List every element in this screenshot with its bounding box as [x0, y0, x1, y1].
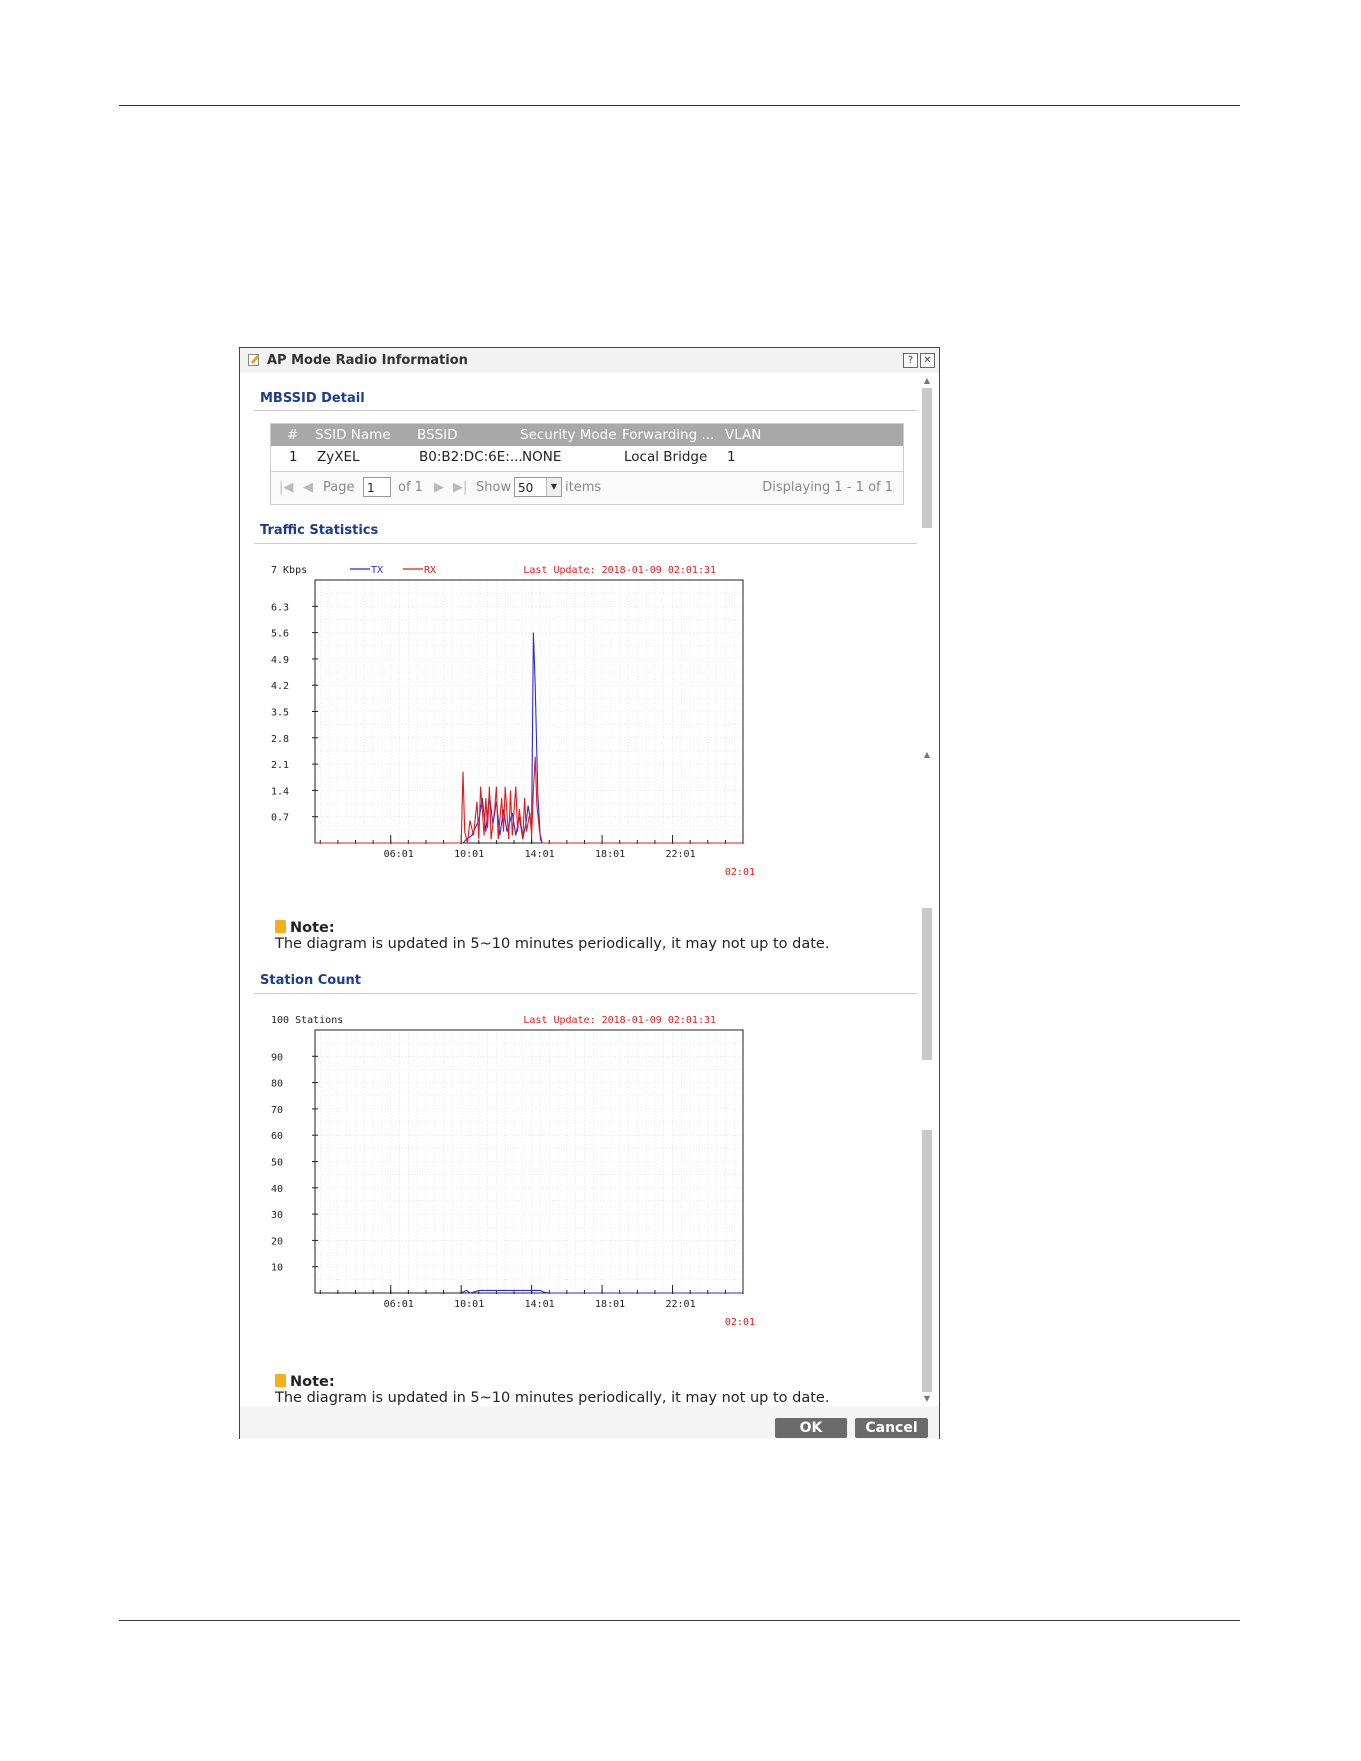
note-text: The diagram is updated in 5~10 minutes p…: [275, 936, 830, 952]
column-header-bssid[interactable]: BSSID: [417, 427, 458, 443]
page-footer-rule: [119, 1620, 1240, 1621]
legend-label-tx: TX: [371, 565, 383, 576]
table-pager: |◀ ◀ Page 1 of 1 ▶ ▶| Show 50 ▼ items Di…: [271, 471, 903, 503]
scrollbar-track-segment-bottom: [922, 1130, 932, 1392]
column-header-forwarding[interactable]: Forwarding ...: [622, 427, 714, 443]
cell-ssid-name: ZyXEL: [317, 449, 360, 465]
mbssid-rule: [254, 410, 917, 411]
last-page-icon[interactable]: ▶|: [453, 480, 467, 495]
ok-button[interactable]: OK: [775, 1418, 847, 1438]
show-label: Show: [476, 480, 512, 495]
scroll-down-arrow-icon[interactable]: ▼: [922, 1394, 932, 1404]
note-icon: [275, 920, 286, 933]
note-label: Note:: [290, 920, 335, 936]
items-per-page-select[interactable]: 50 ▼: [514, 477, 562, 497]
dialog-title-bar: AP Mode Radio Information ? ✕: [240, 348, 939, 373]
column-header-security-mode[interactable]: Security Mode: [520, 427, 617, 443]
station-note: Note: The diagram is updated in 5~10 min…: [275, 1374, 829, 1406]
note-label: Note:: [290, 1374, 335, 1390]
traffic-y-tick-label: 0.7: [271, 813, 289, 824]
station-y-tick-label: 90: [271, 1052, 283, 1063]
station-y-tick-label: 70: [271, 1105, 283, 1116]
station-y-tick-label: 10: [271, 1263, 283, 1274]
station-count-chart: 100 Stations Last Update: 2018-01-09 02:0…: [271, 1015, 755, 1328]
edit-icon: [248, 354, 259, 366]
station-x-tick-label: 10:01: [454, 1299, 484, 1310]
traffic-x-tick-label: 14:01: [525, 849, 555, 860]
displaying-count: Displaying 1 - 1 of 1: [762, 480, 893, 495]
traffic-x-tick-label: 10:01: [454, 849, 484, 860]
station-y-tick-label: 60: [271, 1131, 283, 1142]
traffic-current-time: 02:01: [725, 867, 755, 878]
station-x-tick-label: 18:01: [595, 1299, 625, 1310]
page-header-rule: [119, 105, 1240, 106]
station-count-title: Station Count: [260, 973, 361, 988]
traffic-y-tick-label: 4.9: [271, 655, 289, 666]
station-current-time: 02:01: [725, 1317, 755, 1328]
station-y-tick-label: 80: [271, 1079, 283, 1090]
traffic-statistics-chart: 7 Kbps Last Update: 2018-01-09 02:01:31 TX…: [271, 565, 755, 878]
traffic-rule: [254, 543, 917, 544]
column-header-ssid-name[interactable]: SSID Name: [315, 427, 391, 443]
station-rule: [254, 993, 917, 994]
station-x-tick-label: 06:01: [384, 1299, 414, 1310]
legend-label-rx: RX: [424, 565, 436, 576]
cancel-button[interactable]: Cancel: [855, 1418, 928, 1438]
traffic-note: Note: The diagram is updated in 5~10 min…: [275, 920, 829, 952]
chevron-down-icon[interactable]: ▼: [546, 478, 561, 496]
items-per-page-value: 50: [518, 481, 534, 495]
traffic-unit-label: 7 Kbps: [271, 565, 307, 576]
scrollbar-thumb[interactable]: [922, 388, 932, 528]
dialog-scrollbar[interactable]: ▲ ▲ ▼: [919, 374, 933, 1406]
station-y-tick-label: 40: [271, 1184, 283, 1195]
prev-page-icon[interactable]: ◀: [303, 480, 313, 495]
mbssid-detail-title: MBSSID Detail: [260, 391, 365, 406]
station-y-tick-label: 20: [271, 1236, 283, 1247]
next-page-icon[interactable]: ▶: [434, 480, 444, 495]
traffic-y-tick-label: 3.5: [271, 708, 289, 719]
cell-index: 1: [289, 449, 298, 465]
traffic-y-tick-label: 4.2: [271, 681, 289, 692]
ap-mode-radio-information-dialog: AP Mode Radio Information ? ✕ ▲ ▲ ▼ MBSS…: [239, 347, 940, 1439]
page-number-input[interactable]: 1: [363, 477, 391, 497]
first-page-icon[interactable]: |◀: [279, 480, 293, 495]
traffic-last-update: Last Update: 2018-01-09 02:01:31: [523, 565, 716, 576]
station-y-tick-label: 50: [271, 1158, 283, 1169]
scrollbar-track-segment-lower: [922, 908, 932, 1060]
station-last-update: Last Update: 2018-01-09 02:01:31: [523, 1015, 716, 1026]
traffic-statistics-title: Traffic Statistics: [260, 523, 379, 538]
traffic-y-tick-label: 2.1: [271, 760, 289, 771]
note-text: The diagram is updated in 5~10 minutes p…: [275, 1390, 830, 1406]
traffic-y-tick-label: 1.4: [271, 786, 289, 797]
dialog-title: AP Mode Radio Information: [267, 353, 468, 368]
station-y-tick-label: 30: [271, 1210, 283, 1221]
traffic-x-tick-label: 06:01: [384, 849, 414, 860]
items-label: items: [565, 480, 602, 495]
traffic-y-tick-label: 6.3: [271, 602, 289, 613]
mbssid-table: # SSID Name BSSID Security Mode Forwardi…: [270, 423, 904, 505]
cell-bssid: B0:B2:DC:6E:...: [419, 449, 523, 465]
station-x-tick-label: 14:01: [525, 1299, 555, 1310]
column-header-index[interactable]: #: [287, 427, 298, 443]
close-icon[interactable]: ✕: [920, 353, 935, 368]
page-of-label: of 1: [398, 480, 423, 495]
note-icon: [275, 1374, 286, 1387]
station-unit-label: 100 Stations: [271, 1015, 343, 1026]
question-icon[interactable]: ?: [903, 353, 918, 368]
traffic-x-tick-label: 22:01: [665, 849, 695, 860]
column-header-vlan[interactable]: VLAN: [725, 427, 761, 443]
scroll-marker-icon: ▲: [923, 750, 931, 759]
cell-forwarding: Local Bridge: [624, 449, 708, 465]
page-label: Page: [323, 480, 355, 495]
traffic-x-tick-label: 18:01: [595, 849, 625, 860]
station-x-tick-label: 22:01: [665, 1299, 695, 1310]
traffic-y-tick-label: 2.8: [271, 734, 289, 745]
mbssid-table-header: # SSID Name BSSID Security Mode Forwardi…: [271, 424, 903, 446]
cell-vlan: 1: [727, 449, 736, 465]
traffic-y-tick-label: 5.6: [271, 629, 289, 640]
scroll-up-arrow-icon[interactable]: ▲: [922, 376, 932, 386]
cell-security-mode: NONE: [522, 449, 562, 465]
